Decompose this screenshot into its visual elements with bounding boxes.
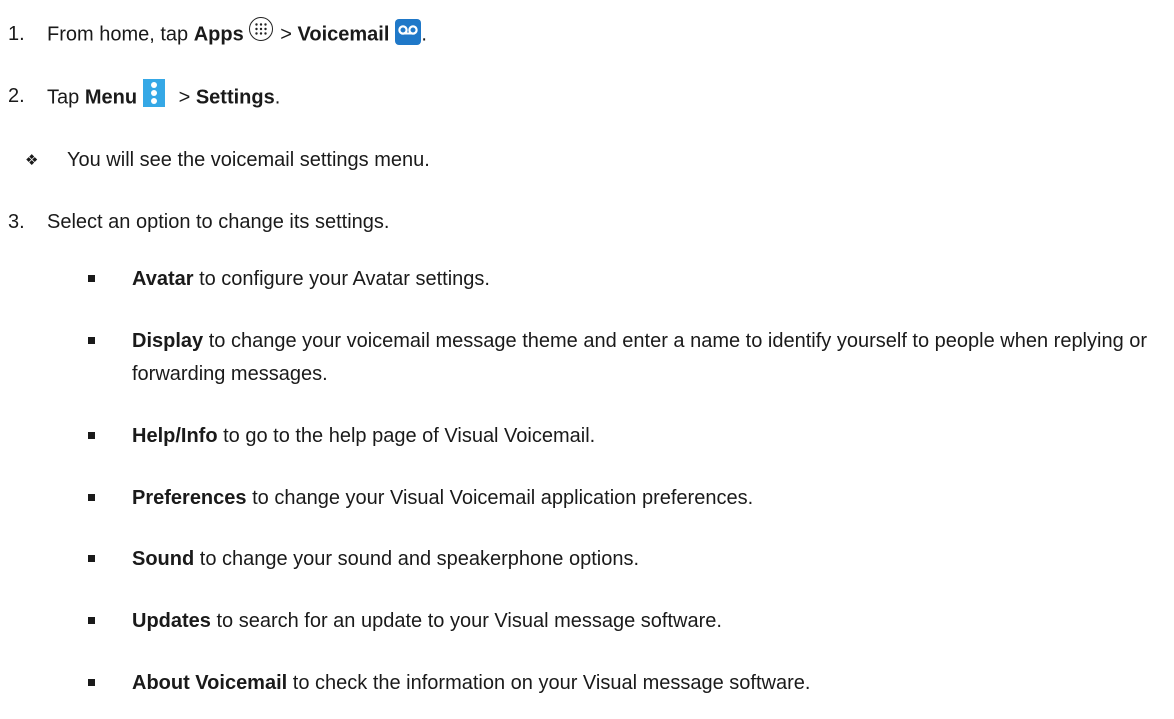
menu-icon (143, 79, 166, 107)
apps-icon (248, 17, 273, 41)
step-text: Tap Menu > Settings. (47, 79, 281, 112)
step-number: 2. (8, 85, 25, 107)
option-desc: to search for an update to your Visual m… (210, 610, 722, 632)
option-text: Help/Info to go to the help page of Visu… (132, 420, 1172, 453)
option-label: Sound (132, 548, 195, 570)
step-number: 1. (8, 23, 25, 45)
option-desc: to change your sound and speakerphone op… (194, 548, 639, 570)
square-bullet-icon (88, 617, 95, 624)
option-text: About Voicemail to check the information… (132, 667, 1172, 700)
option-label: About Voicemail (132, 672, 288, 694)
square-bullet-icon (88, 337, 95, 344)
step-text-a: From home, tap (47, 23, 194, 46)
square-bullet-icon (88, 679, 95, 686)
step-number: 3. (8, 211, 25, 233)
square-bullet-icon (88, 275, 95, 282)
option-text: Avatar to configure your Avatar settings… (132, 263, 1172, 296)
option-desc: to change your Visual Voicemail applicat… (246, 487, 754, 509)
voicemail-label: Voicemail (297, 23, 390, 46)
settings-label: Settings (195, 86, 275, 109)
step-text-a: Tap (47, 86, 85, 109)
option-label: Preferences (132, 487, 247, 509)
diamond-bullet-icon: ❖ (25, 152, 39, 169)
step-text-c: . (421, 23, 427, 46)
voicemail-icon (395, 19, 422, 45)
menu-label: Menu (84, 86, 138, 109)
option-desc: to check the information on your Visual … (287, 672, 811, 694)
step-text-b: > (274, 23, 298, 46)
option-label: Help/Info (132, 425, 218, 447)
option-desc: to change your voicemail message theme a… (132, 330, 1148, 385)
square-bullet-icon (88, 432, 95, 439)
option-desc: to go to the help page of Visual Voicema… (217, 425, 596, 447)
option-desc: to configure your Avatar settings. (193, 268, 490, 290)
option-label: Avatar (132, 268, 194, 290)
option-text: Sound to change your sound and speakerph… (132, 543, 1172, 576)
square-bullet-icon (88, 494, 95, 501)
step-text: Select an option to change its settings. (47, 211, 390, 233)
option-label: Updates (132, 610, 211, 632)
option-text: Updates to search for an update to your … (132, 605, 1172, 638)
note-text: You will see the voicemail settings menu… (67, 149, 430, 171)
apps-label: Apps (193, 23, 244, 46)
option-text: Preferences to change your Visual Voicem… (132, 482, 1172, 515)
option-text: Display to change your voicemail message… (132, 325, 1172, 391)
step-text: From home, tap Apps > Voicemail. (47, 17, 427, 48)
step-text-b: > (173, 86, 196, 109)
option-label: Display (132, 330, 204, 352)
step-text-c: . (274, 86, 281, 109)
square-bullet-icon (88, 555, 95, 562)
